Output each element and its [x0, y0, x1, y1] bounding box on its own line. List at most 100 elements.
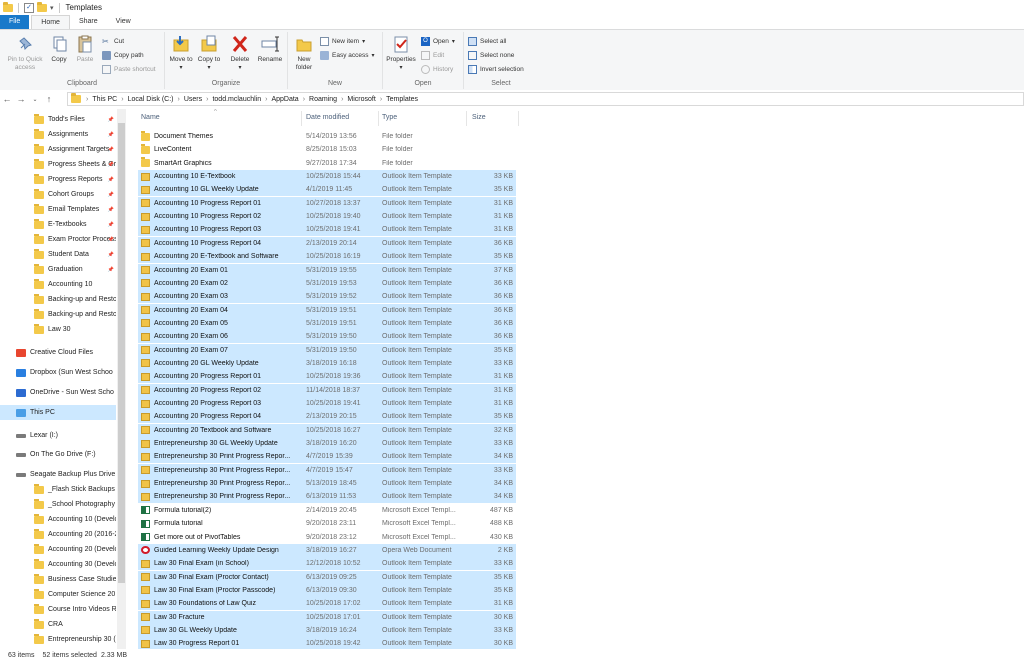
copy-to-button[interactable]: Copy to ▾: [196, 34, 222, 72]
file-row[interactable]: Law 30 Progress Report 01 10/25/2018 19:4…: [138, 637, 516, 649]
file-row[interactable]: Accounting 20 Exam 07 5/31/2019 19:50 Outl…: [138, 343, 516, 357]
file-row[interactable]: Law 30 Final Exam (Proctor Contact) 6/13/…: [138, 570, 516, 584]
edit-button[interactable]: Edit: [421, 50, 444, 61]
nav-item[interactable]: Todd's Files 📌: [0, 112, 116, 127]
nav-item[interactable]: Assignment Targets 📌: [0, 142, 116, 157]
nav-item[interactable]: Seagate Backup Plus Drive: [0, 467, 116, 482]
nav-item[interactable]: Accounting 10: [0, 277, 116, 292]
nav-item[interactable]: Assignments 📌: [0, 127, 116, 142]
move-to-button[interactable]: Move to ▾: [168, 34, 194, 72]
file-row[interactable]: Entrepreneurship 30 Print Progress Repor…: [138, 477, 516, 491]
breadcrumb-appdata[interactable]: AppData: [269, 96, 300, 103]
new-item-button[interactable]: New item ▾: [320, 36, 365, 47]
properties-button[interactable]: Properties ▾: [385, 34, 417, 72]
nav-item[interactable]: _Flash Stick Backups: [0, 482, 116, 497]
paste-shortcut-button[interactable]: Paste shortcut: [102, 64, 156, 75]
file-row[interactable]: Accounting 20 Exam 06 5/31/2019 19:50 Outl…: [138, 330, 516, 344]
properties-quick-icon[interactable]: ✓: [24, 2, 34, 13]
nav-item[interactable]: This PC: [0, 405, 116, 420]
nav-item[interactable]: Lexar (I:): [0, 428, 116, 443]
tab-file[interactable]: File: [0, 15, 30, 29]
file-row[interactable]: Guided Learning Weekly Update Design 3/18…: [138, 543, 516, 557]
delete-button[interactable]: Delete ▾: [227, 34, 253, 72]
file-row[interactable]: Law 30 Foundations of Law Quiz 10/25/2018…: [138, 597, 516, 611]
file-row[interactable]: Accounting 10 Progress Report 03 10/25/20…: [138, 223, 516, 237]
up-arrow-icon[interactable]: ↑: [42, 94, 56, 104]
copy-path-button[interactable]: Copy path: [102, 50, 144, 61]
nav-item[interactable]: Student Data 📌: [0, 247, 116, 262]
column-divider[interactable]: [301, 111, 302, 126]
nav-item[interactable]: Cohort Groups 📌: [0, 187, 116, 202]
column-header-size[interactable]: Size: [472, 114, 486, 121]
file-row[interactable]: Accounting 10 GL Weekly Update 4/1/2019 1…: [138, 183, 516, 197]
new-folder-button[interactable]: New folder: [291, 34, 317, 72]
file-row[interactable]: Formula tutorial(2) 2/14/2019 20:45 Micros…: [138, 504, 516, 517]
customize-toolbar-icon[interactable]: ▾: [50, 4, 54, 12]
nav-item[interactable]: Accounting 20 (Develop: [0, 542, 116, 557]
select-none-button[interactable]: Select none: [468, 50, 514, 61]
file-row[interactable]: Accounting 20 Progress Report 02 11/14/20…: [138, 383, 516, 397]
new-folder-quick-icon[interactable]: [37, 1, 47, 12]
recent-locations-chevron-icon[interactable]: ⌄: [28, 96, 42, 103]
nav-item[interactable]: OneDrive - Sun West Scho: [0, 385, 116, 400]
open-button[interactable]: O Open ▾: [421, 36, 455, 47]
rename-button[interactable]: Rename: [256, 34, 284, 64]
column-header-type[interactable]: Type: [382, 114, 397, 121]
file-row[interactable]: Accounting 20 Exam 03 5/31/2019 19:52 Outl…: [138, 290, 516, 304]
pin-to-quick-access-button[interactable]: Pin to Quick access: [3, 34, 47, 72]
nav-item[interactable]: Backing-up and Restorin: [0, 292, 116, 307]
file-row[interactable]: Entrepreneurship 30 Print Progress Repor…: [138, 450, 516, 464]
file-row[interactable]: Accounting 20 Textbook and Software 10/25…: [138, 423, 516, 437]
breadcrumb-user[interactable]: todd.mclauchlin: [210, 96, 263, 103]
nav-item[interactable]: Business Case Studies: [0, 572, 116, 587]
nav-scrollbar-thumb[interactable]: [118, 123, 125, 583]
forward-arrow-icon[interactable]: →: [14, 94, 28, 104]
file-row[interactable]: Accounting 20 Exam 05 5/31/2019 19:51 Outl…: [138, 316, 516, 330]
nav-item[interactable]: CRA: [0, 617, 116, 632]
file-row[interactable]: Accounting 20 GL Weekly Update 3/18/2019 …: [138, 356, 516, 370]
breadcrumb-microsoft[interactable]: Microsoft: [345, 96, 377, 103]
breadcrumb-local-disk[interactable]: Local Disk (C:): [126, 96, 176, 103]
column-divider[interactable]: [378, 111, 379, 126]
file-row[interactable]: Accounting 20 Exam 02 5/31/2019 19:53 Outl…: [138, 276, 516, 290]
file-row[interactable]: Entrepreneurship 30 Print Progress Repor…: [138, 463, 516, 477]
tab-view[interactable]: View: [107, 15, 140, 29]
nav-item[interactable]: Entrepreneurship 30 (Dev: [0, 632, 116, 647]
breadcrumb-roaming[interactable]: Roaming: [307, 96, 339, 103]
file-row[interactable]: Accounting 20 E-Textbook and Software 10/…: [138, 250, 516, 264]
tab-share[interactable]: Share: [70, 15, 107, 29]
select-all-button[interactable]: Select all: [468, 36, 506, 47]
file-row[interactable]: Get more out of PivotTables 9/20/2018 23:…: [138, 531, 516, 544]
nav-item[interactable]: Progress Reports 📌: [0, 172, 116, 187]
file-row[interactable]: Accounting 10 Progress Report 02 10/25/20…: [138, 210, 516, 224]
nav-item[interactable]: Accounting 10 (Develop: [0, 512, 116, 527]
history-button[interactable]: History: [421, 64, 453, 75]
nav-item[interactable]: Progress Sheets & Gra 📌: [0, 157, 116, 172]
nav-item[interactable]: Graduation 📌: [0, 262, 116, 277]
nav-item[interactable]: E-Textbooks 📌: [0, 217, 116, 232]
file-row[interactable]: Law 30 Final Exam (in School) 12/12/2018 …: [138, 557, 516, 571]
back-arrow-icon[interactable]: ←: [0, 94, 14, 104]
file-row[interactable]: Accounting 10 Progress Report 04 2/13/201…: [138, 236, 516, 250]
column-header-name[interactable]: Name: [141, 114, 160, 121]
nav-item[interactable]: On The Go Drive (F:): [0, 447, 116, 462]
address-bar[interactable]: › This PC › Local Disk (C:) › Users › to…: [67, 92, 1024, 106]
column-divider[interactable]: [466, 111, 467, 126]
file-row[interactable]: Law 30 Final Exam (Proctor Passcode) 6/13…: [138, 583, 516, 597]
nav-item[interactable]: Backing-up and Restorin: [0, 307, 116, 322]
file-row[interactable]: Law 30 Fracture 10/25/2018 17:01 Outlook I…: [138, 610, 516, 624]
copy-button[interactable]: Copy: [48, 34, 70, 64]
file-row[interactable]: Accounting 20 Exam 01 5/31/2019 19:55 Outl…: [138, 263, 516, 277]
column-divider[interactable]: [518, 111, 519, 126]
file-row[interactable]: Accounting 10 Progress Report 01 10/27/20…: [138, 196, 516, 210]
file-row[interactable]: Law 30 GL Weekly Update 3/18/2019 16:24 Ou…: [138, 623, 516, 637]
nav-item[interactable]: Law 30: [0, 322, 116, 337]
file-row[interactable]: Accounting 20 Exam 04 5/31/2019 19:51 Outl…: [138, 303, 516, 317]
file-row[interactable]: Formula tutorial 9/20/2018 23:11 Microsoft…: [138, 517, 516, 530]
file-row[interactable]: Entrepreneurship 30 Print Progress Repor…: [138, 490, 516, 504]
nav-item[interactable]: Accounting 30 (Develop: [0, 557, 116, 572]
nav-item[interactable]: Email Templates 📌: [0, 202, 116, 217]
file-row[interactable]: Document Themes 5/14/2019 13:56 File folde…: [138, 130, 516, 143]
easy-access-button[interactable]: Easy access ▾: [320, 50, 375, 61]
nav-item[interactable]: Dropbox (Sun West Schoo: [0, 365, 116, 380]
